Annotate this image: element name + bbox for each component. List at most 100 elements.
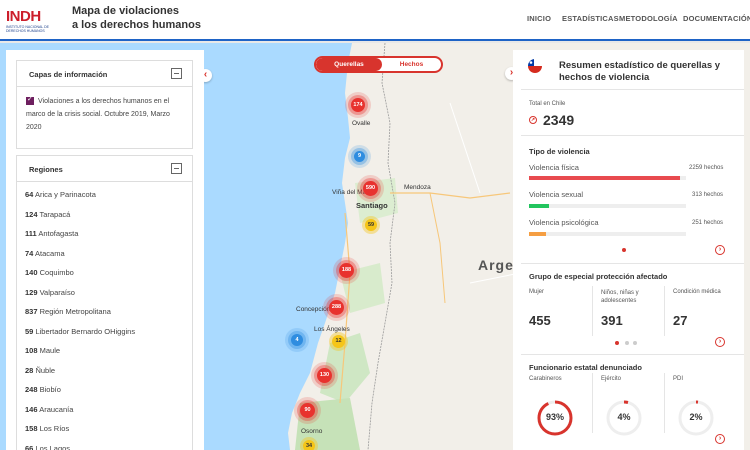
carousel-dot[interactable] <box>615 341 619 345</box>
region-name: Coquimbo <box>39 268 74 277</box>
region-name: Araucanía <box>39 404 74 414</box>
violence-heading: Tipo de violencia <box>529 147 590 156</box>
cluster-marker[interactable]: 288 <box>329 300 344 315</box>
collapse-layers-icon[interactable] <box>171 68 182 79</box>
trend-icon: ↗ <box>529 116 537 124</box>
cluster-marker[interactable]: 34 <box>303 440 315 450</box>
region-item[interactable]: 837 Región Metropolitana <box>25 307 111 316</box>
violence-value: 313 hechos <box>692 192 724 198</box>
region-name: Libertador Bernardo OHiggins <box>35 326 136 336</box>
violence-label: Violencia sexual <box>529 190 584 199</box>
violence-bar <box>529 176 686 180</box>
total-label: Total en Chile <box>529 101 566 107</box>
place-santiago: Santiago <box>356 201 388 210</box>
officials-heading: Funcionario estatal denunciado <box>529 363 642 372</box>
cluster-marker[interactable]: 174 <box>351 98 365 112</box>
region-count: 59 <box>25 326 34 336</box>
region-item[interactable]: 64 Arica y Parinacota <box>25 190 96 199</box>
cluster-marker[interactable]: 130 <box>317 368 332 383</box>
region-name: Tarapacá <box>39 209 71 219</box>
collapse-regions-icon[interactable] <box>171 163 182 174</box>
divider <box>521 135 744 136</box>
official-label: Ejército <box>601 376 622 382</box>
region-name: Arica y Parinacota <box>35 190 96 199</box>
region-count: 146 <box>25 404 38 414</box>
region-name: Ñuble <box>35 365 56 375</box>
region-item[interactable]: 108 Maule <box>25 346 60 355</box>
carousel-dot[interactable] <box>622 248 626 252</box>
region-item[interactable]: 28 Ñuble <box>25 366 55 375</box>
regions-header[interactable]: Regiones <box>17 156 192 182</box>
summary-title-line2: hechos de violencia <box>559 72 650 83</box>
region-item[interactable]: 74 Atacama <box>25 249 65 258</box>
layer-label: Violaciones a los derechos humanos en el… <box>26 98 170 131</box>
region-item[interactable]: 140 Coquimbo <box>25 268 74 277</box>
region-name: Los Ríos <box>39 424 70 433</box>
top-bar: INDH INSTITUTO NACIONAL DE DERECHOS HUMA… <box>0 0 750 41</box>
region-count: 28 <box>25 365 34 375</box>
place-ovalle: Ovalle <box>352 120 371 127</box>
group-value: 455 <box>529 313 551 328</box>
region-item[interactable]: 66 Los Lagos <box>25 444 70 450</box>
regions-heading: Regiones <box>29 165 63 174</box>
nav-inicio[interactable]: INICIO <box>527 14 551 23</box>
divider <box>664 286 665 336</box>
cluster-marker[interactable]: 4 <box>291 334 303 346</box>
region-count: 837 <box>25 307 38 316</box>
cluster-marker[interactable]: 90 <box>300 403 315 418</box>
next-arrow-icon[interactable]: › <box>715 337 725 347</box>
region-item[interactable]: 146 Araucanía <box>25 405 73 414</box>
region-item[interactable]: 59 Libertador Bernardo OHiggins <box>25 327 135 336</box>
site-title-line2: a los derechos humanos <box>72 19 201 31</box>
violence-bar-fill <box>529 204 550 208</box>
nav-metodologia[interactable]: METODOLOGÍA <box>619 14 678 23</box>
place-concepcion: Concepción <box>296 306 331 313</box>
next-arrow-icon[interactable]: › <box>715 434 725 444</box>
cluster-marker[interactable]: 12 <box>332 335 345 348</box>
layers-header[interactable]: Capas de información <box>17 61 192 87</box>
next-arrow-icon[interactable]: › <box>715 245 725 255</box>
group-value: 27 <box>673 313 688 328</box>
region-item[interactable]: 158 Los Ríos <box>25 424 69 433</box>
violence-bar <box>529 204 686 208</box>
region-count: 158 <box>25 424 38 433</box>
group-label: Mujer <box>529 289 545 295</box>
nav-documentacion[interactable]: DOCUMENTACIÓN <box>683 14 750 23</box>
toggle-querellas[interactable]: Querellas <box>316 58 382 71</box>
region-name: Maule <box>39 346 61 355</box>
carousel-dot[interactable] <box>633 341 637 345</box>
indh-logo[interactable]: INDH INSTITUTO NACIONAL DE DERECHOS HUMA… <box>6 8 62 36</box>
violence-label: Violencia física <box>529 163 579 172</box>
cluster-marker[interactable]: 188 <box>339 263 354 278</box>
official-label: Carabineros <box>529 376 562 382</box>
carousel-dot[interactable] <box>625 341 629 345</box>
region-count: 124 <box>25 209 38 219</box>
region-item[interactable]: 111 Antofagasta <box>25 229 78 238</box>
region-count: 129 <box>25 287 38 297</box>
region-count: 66 <box>25 443 34 450</box>
toggle-hechos[interactable]: Hechos <box>382 58 441 71</box>
divider <box>592 373 593 433</box>
violence-bar-fill <box>529 232 547 236</box>
cluster-marker[interactable]: 9 <box>354 151 365 162</box>
chile-flag-icon <box>528 59 542 73</box>
region-item[interactable]: 129 Valparaíso <box>25 288 75 297</box>
group-value: 391 <box>601 313 623 328</box>
region-name: Antofagasta <box>38 229 79 238</box>
region-item[interactable]: 248 Biobío <box>25 385 61 394</box>
region-count: 64 <box>25 190 34 199</box>
region-count: 74 <box>25 248 34 258</box>
region-count: 111 <box>25 229 37 238</box>
total-value: 2349 <box>543 112 575 128</box>
divider <box>521 263 744 264</box>
place-osorno: Osorno <box>301 428 323 435</box>
nav-estadisticas[interactable]: ESTADÍSTICAS <box>562 14 619 23</box>
divider <box>664 373 665 433</box>
region-item[interactable]: 124 Tarapacá <box>25 210 70 219</box>
divider <box>521 354 744 355</box>
layers-heading: Capas de información <box>29 70 108 79</box>
cluster-marker[interactable]: 59 <box>365 219 377 231</box>
cluster-marker[interactable]: 590 <box>363 181 378 196</box>
official-label: PDI <box>673 376 684 382</box>
region-count: 140 <box>25 268 38 277</box>
